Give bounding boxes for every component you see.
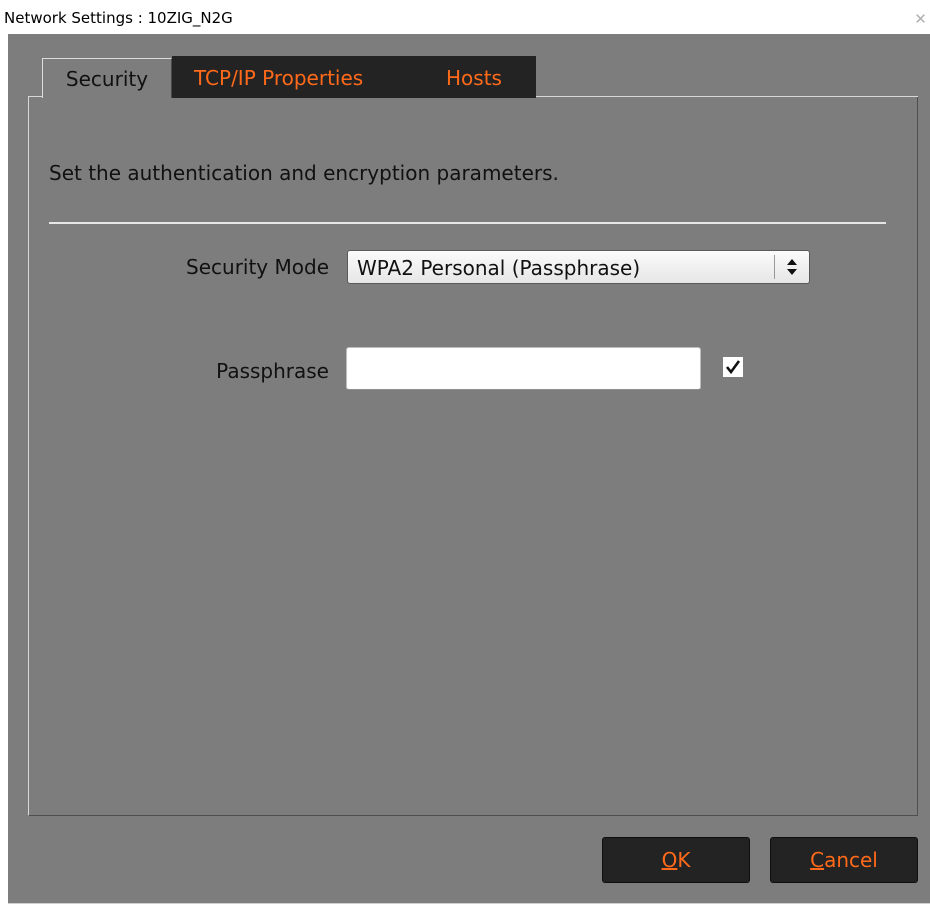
- tab-security[interactable]: Security: [42, 58, 172, 98]
- close-icon[interactable]: ✕: [911, 10, 930, 28]
- select-divider: [774, 255, 775, 279]
- checkmark-icon: [725, 360, 741, 375]
- window-bottom-border: [8, 903, 930, 904]
- ok-label: K: [677, 848, 691, 872]
- ok-mnemonic: O: [661, 848, 678, 872]
- panel-top-border: [528, 96, 918, 97]
- security-mode-label: Security Mode: [186, 255, 329, 279]
- dialog-body: Security TCP/IP Properties Hosts Set the…: [8, 34, 930, 903]
- separator-line: [49, 222, 886, 224]
- window-title: Network Settings : 10ZIG_N2G: [4, 9, 233, 27]
- cancel-mnemonic: C: [810, 848, 825, 872]
- network-settings-window: Network Settings : 10ZIG_N2G ✕ Security …: [0, 0, 930, 911]
- tab-tcpip-properties[interactable]: TCP/IP Properties: [172, 56, 432, 98]
- passphrase-input[interactable]: [346, 347, 701, 390]
- passphrase-label: Passphrase: [216, 359, 329, 383]
- security-mode-select[interactable]: WPA2 Personal (Passphrase): [347, 250, 810, 284]
- cancel-label: ancel: [824, 848, 878, 872]
- title-bar: Network Settings : 10ZIG_N2G ✕: [0, 0, 930, 34]
- tab-panel-security: [28, 96, 918, 816]
- section-description: Set the authentication and encryption pa…: [49, 161, 559, 185]
- cancel-button[interactable]: Cancel: [770, 837, 918, 883]
- ok-button[interactable]: OK: [602, 837, 750, 883]
- updown-arrows-icon: [778, 254, 806, 280]
- show-passphrase-checkbox[interactable]: [723, 357, 743, 377]
- security-mode-value: WPA2 Personal (Passphrase): [357, 256, 641, 280]
- tab-hosts[interactable]: Hosts: [426, 56, 536, 98]
